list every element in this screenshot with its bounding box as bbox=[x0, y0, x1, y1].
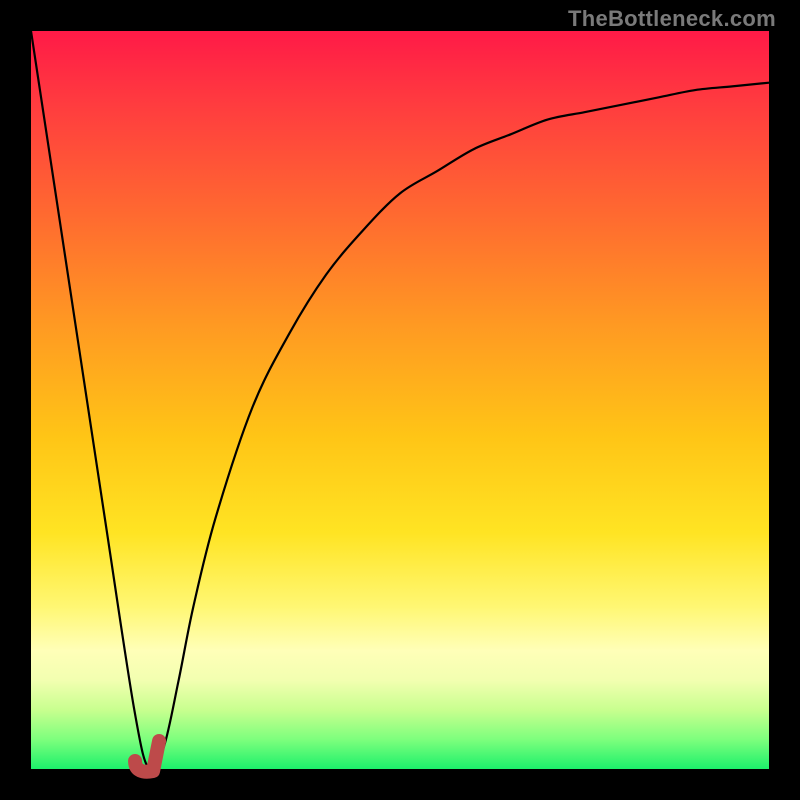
bottleneck-curve bbox=[31, 31, 769, 771]
chart-frame: TheBottleneck.com bbox=[0, 0, 800, 800]
chart-svg bbox=[31, 31, 769, 769]
watermark-text: TheBottleneck.com bbox=[568, 6, 776, 32]
optimal-marker bbox=[135, 741, 159, 772]
plot-area bbox=[31, 31, 769, 769]
